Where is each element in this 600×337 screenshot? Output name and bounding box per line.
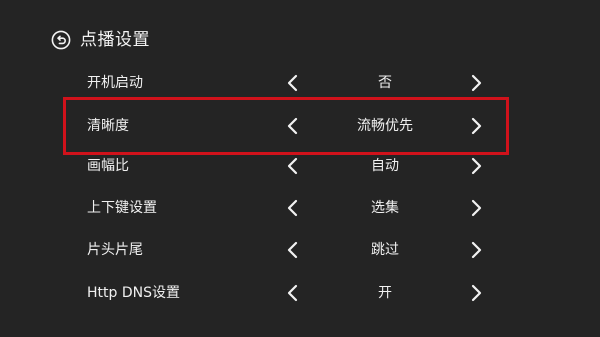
setting-row-http-dns[interactable]: Http DNS设置 开 [0,273,600,313]
back-arrow-circle-icon[interactable] [51,30,71,50]
chevron-right-icon[interactable] [468,73,484,93]
setting-row-updown-key[interactable]: 上下键设置 选集 [0,188,600,228]
chevron-right-icon[interactable] [468,240,484,260]
setting-label: 开机启动 [87,75,143,91]
setting-label: 片头片尾 [87,242,143,258]
page-header: 点播设置 [51,28,150,52]
setting-row-intro-outro[interactable]: 片头片尾 跳过 [0,230,600,270]
setting-row-aspect-ratio[interactable]: 画幅比 自动 [0,146,600,186]
setting-value: 选集 [371,200,399,216]
chevron-left-icon[interactable] [285,156,301,176]
chevron-right-icon[interactable] [468,156,484,176]
chevron-left-icon[interactable] [285,73,301,93]
chevron-right-icon[interactable] [468,198,484,218]
chevron-right-icon[interactable] [468,283,484,303]
chevron-left-icon[interactable] [285,198,301,218]
setting-value: 否 [378,75,392,91]
setting-label: Http DNS设置 [87,285,180,301]
setting-value: 自动 [371,158,399,174]
chevron-left-icon[interactable] [285,283,301,303]
setting-value: 开 [378,285,392,301]
chevron-left-icon[interactable] [285,240,301,260]
page-title: 点播设置 [80,30,150,50]
setting-value: 跳过 [371,242,399,258]
setting-label: 画幅比 [87,158,129,174]
setting-label: 上下键设置 [87,200,157,216]
